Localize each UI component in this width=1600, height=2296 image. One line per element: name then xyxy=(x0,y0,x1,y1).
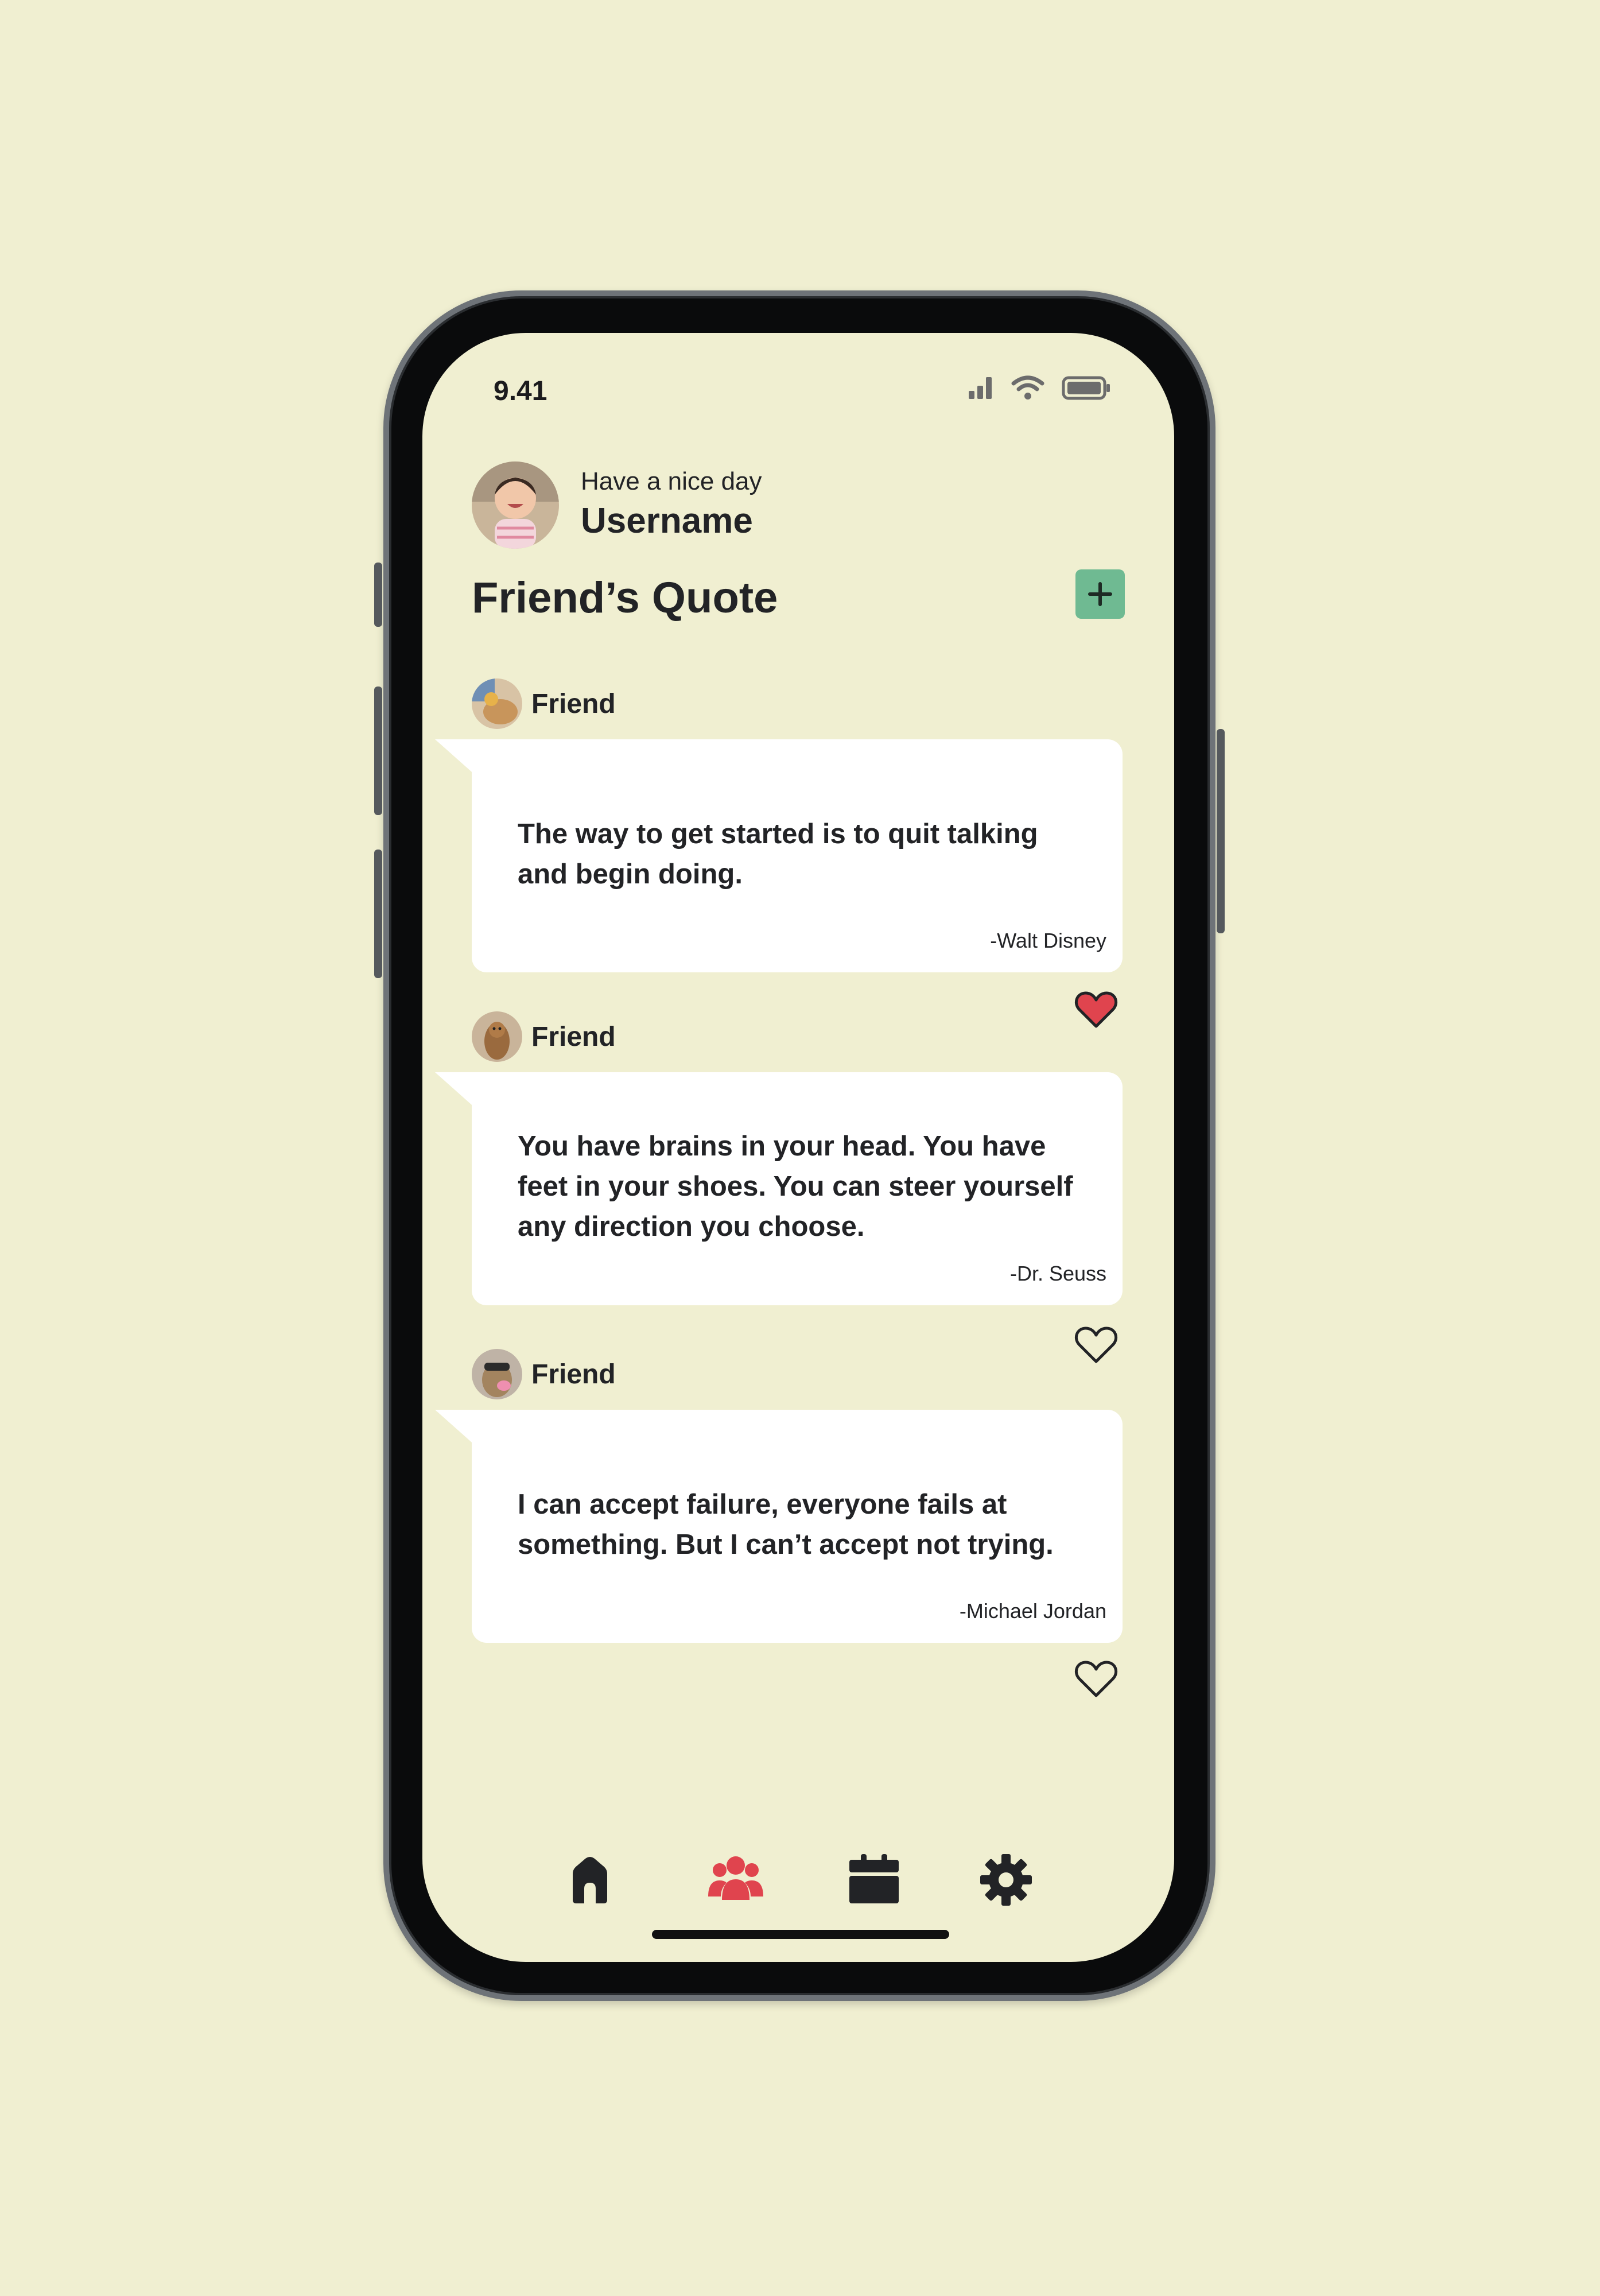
home-icon[interactable] xyxy=(568,1854,612,1905)
username-text: Username xyxy=(581,501,753,541)
friend-header[interactable]: Friend xyxy=(472,1011,616,1062)
calendar-icon[interactable] xyxy=(848,1854,900,1905)
quote-card: I can accept failure, everyone fails at … xyxy=(435,1410,1123,1643)
friend-header[interactable]: Friend xyxy=(472,1349,616,1399)
side-button-action xyxy=(374,563,382,627)
friend-avatar xyxy=(472,678,522,729)
quote-author: -Walt Disney xyxy=(990,929,1106,952)
home-indicator[interactable] xyxy=(652,1930,949,1939)
side-button-volume-up xyxy=(374,687,382,815)
quote-author: -Michael Jordan xyxy=(959,1599,1106,1623)
friends-icon[interactable] xyxy=(708,1854,763,1902)
page-title: Friend’s Quote xyxy=(472,573,778,622)
user-avatar[interactable] xyxy=(472,461,559,549)
quote-text: You have brains in your head. You have f… xyxy=(518,1131,1073,1242)
speech-tail xyxy=(435,1410,487,1456)
quote-text: The way to get started is to quit talkin… xyxy=(518,819,1038,890)
quote-card: You have brains in your head. You have f… xyxy=(435,1072,1123,1305)
side-button-volume-down xyxy=(374,850,382,978)
wifi-icon xyxy=(1011,375,1044,400)
heart-outline-icon[interactable] xyxy=(1074,1659,1118,1699)
app-screen: 9.41 Have a nice day Username Friend’s Q… xyxy=(422,333,1174,1962)
speech-tail xyxy=(435,1072,487,1118)
quote-text: I can accept failure, everyone fails at … xyxy=(518,1489,1054,1560)
quote-card: The way to get started is to quit talkin… xyxy=(435,739,1123,972)
heart-filled-icon[interactable] xyxy=(1074,990,1118,1030)
status-icons xyxy=(968,375,1111,401)
battery-icon xyxy=(1062,376,1110,400)
settings-icon[interactable] xyxy=(980,1854,1032,1906)
plus-icon xyxy=(1088,582,1112,606)
add-quote-button[interactable] xyxy=(1075,569,1125,619)
friend-name: Friend xyxy=(531,1021,616,1052)
greeting-text: Have a nice day xyxy=(581,467,762,495)
friend-avatar xyxy=(472,1011,522,1062)
friend-name: Friend xyxy=(531,688,616,719)
side-button-power xyxy=(1217,729,1225,933)
friend-avatar xyxy=(472,1349,522,1399)
cellular-signal-icon xyxy=(969,377,992,399)
friend-name: Friend xyxy=(531,1359,616,1390)
friend-header[interactable]: Friend xyxy=(472,678,616,729)
status-time: 9.41 xyxy=(494,376,547,406)
quote-author: -Dr. Seuss xyxy=(1009,1262,1106,1285)
speech-tail xyxy=(435,739,487,785)
heart-outline-icon[interactable] xyxy=(1074,1325,1118,1365)
